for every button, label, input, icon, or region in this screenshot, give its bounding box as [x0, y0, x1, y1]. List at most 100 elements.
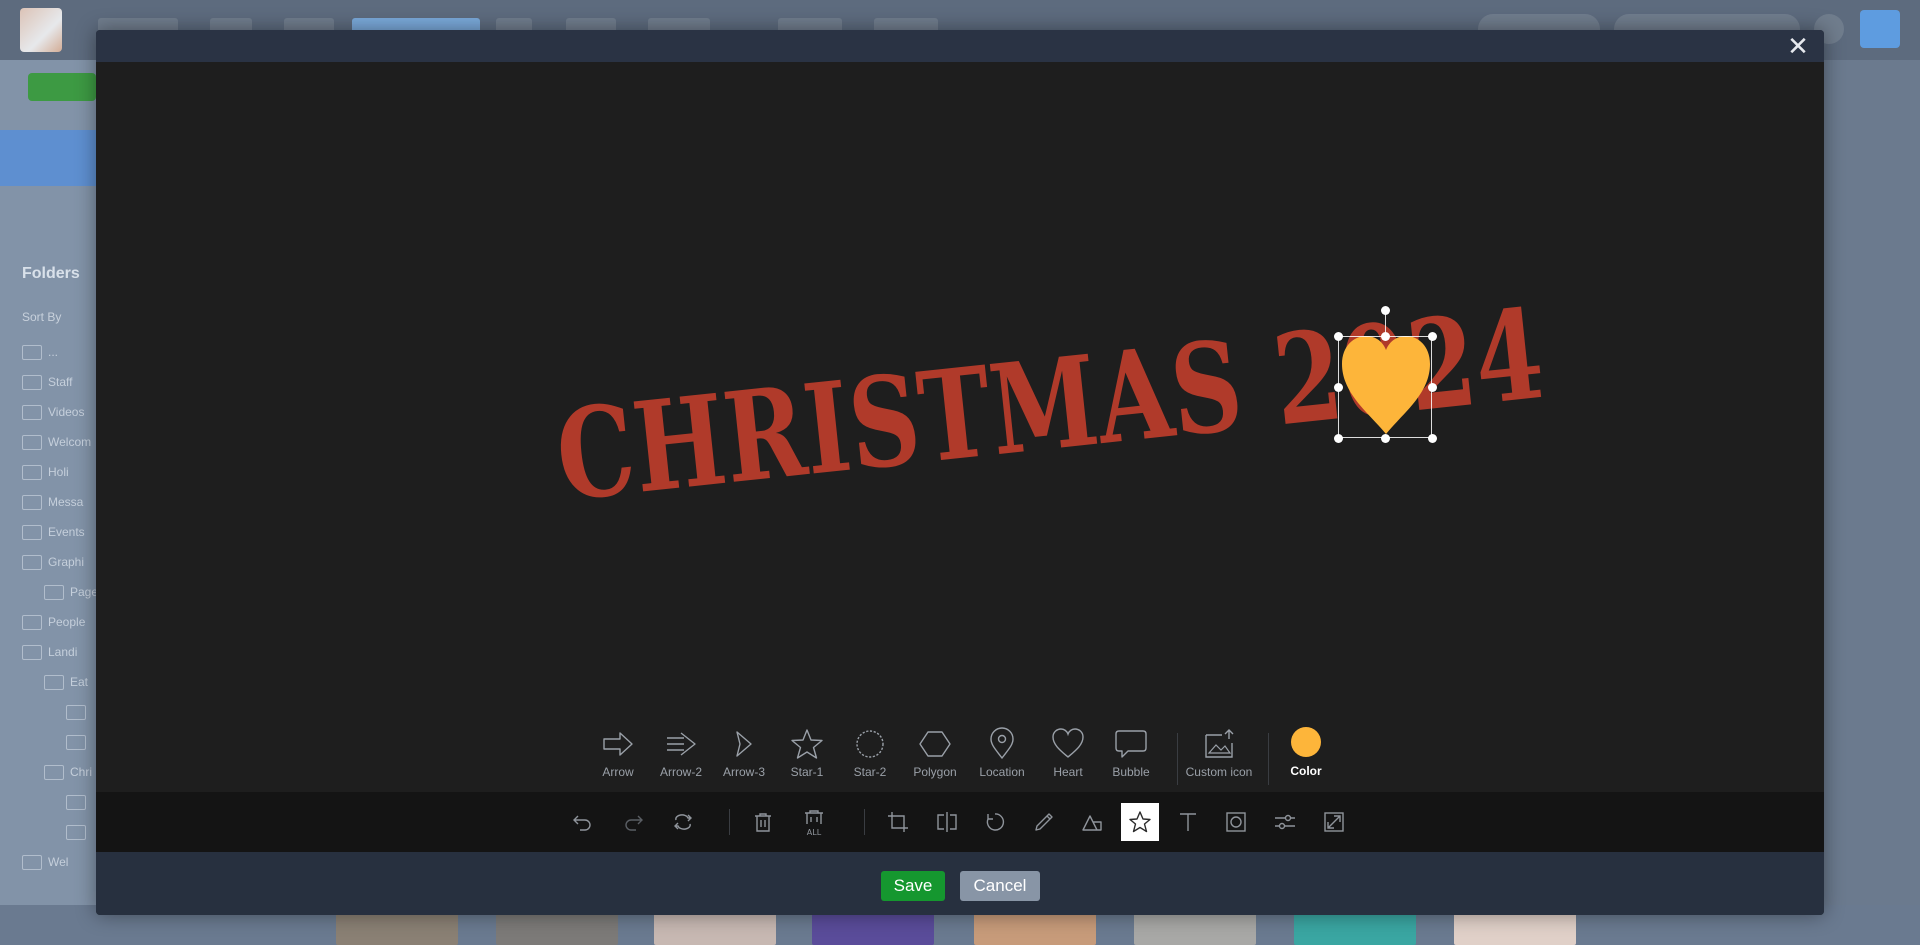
- resize-handle-top-right[interactable]: [1428, 332, 1437, 341]
- filter-button[interactable]: [1266, 803, 1304, 841]
- arrow-3-icon: [736, 731, 752, 757]
- close-button[interactable]: ✕: [1784, 32, 1812, 60]
- shape-polygon[interactable]: Polygon: [903, 727, 967, 797]
- custom-icon-label: Custom icon: [1185, 765, 1253, 779]
- folder-icon: [22, 494, 42, 510]
- bg-folder-label: Welcom: [48, 435, 92, 449]
- bg-folder-item: Welcom: [22, 434, 92, 450]
- color-swatch: [1291, 727, 1321, 757]
- shape-label: Star-1: [790, 765, 824, 779]
- folder-icon: [22, 614, 42, 630]
- star-2-icon: [856, 730, 884, 758]
- resize-handle-top[interactable]: [1381, 332, 1390, 341]
- folder-icon: [66, 734, 86, 750]
- bg-folder-label: Staff: [48, 375, 73, 389]
- shape-button[interactable]: [1073, 803, 1111, 841]
- bg-folder-label: Holi: [48, 465, 69, 479]
- app-logo: [20, 8, 62, 52]
- resize-handle-bottom-right[interactable]: [1428, 434, 1437, 443]
- shape-arrow-3[interactable]: Arrow-3: [712, 727, 776, 797]
- bg-thumbnail: [654, 912, 776, 945]
- resize-handle-bottom-left[interactable]: [1334, 434, 1343, 443]
- delete-button[interactable]: [744, 803, 782, 841]
- shape-arrow-2[interactable]: Arrow-2: [649, 727, 713, 797]
- resize-handle-right[interactable]: [1428, 383, 1437, 392]
- shape-bubble[interactable]: Bubble: [1099, 727, 1163, 797]
- bg-folder-label: Videos: [48, 405, 85, 419]
- flip-icon: [937, 812, 957, 832]
- polygon-icon: [919, 731, 951, 757]
- bg-folder-item: Staff: [22, 374, 73, 390]
- shape-label: Arrow-3: [722, 765, 765, 779]
- bg-folder-label: Messa: [48, 495, 84, 509]
- bg-folder-label: Wel: [48, 855, 69, 869]
- color-label: Color: [1290, 764, 1322, 778]
- bg-folder-item: Eat: [44, 674, 89, 690]
- bg-folder-item: ...: [22, 344, 59, 360]
- delete-all-label: ALL: [806, 828, 822, 837]
- bg-folders-title: Folders: [22, 265, 80, 282]
- shape-heart[interactable]: Heart: [1036, 727, 1100, 797]
- bg-folder-label: Landi: [48, 645, 78, 659]
- shape-arrow[interactable]: Arrow: [586, 727, 650, 797]
- toolbar-divider: [864, 809, 865, 835]
- folder-icon: [66, 704, 86, 720]
- cancel-button[interactable]: Cancel: [960, 871, 1040, 901]
- trash-icon: [755, 813, 771, 832]
- save-button[interactable]: Save: [881, 871, 945, 901]
- custom-icon-upload-icon: [1205, 729, 1234, 758]
- crop-button[interactable]: [879, 803, 917, 841]
- bg-folder-item: [66, 734, 92, 750]
- shape-icon: [1082, 815, 1102, 831]
- color-picker[interactable]: Color: [1274, 727, 1338, 797]
- resize-handle-bottom[interactable]: [1381, 434, 1390, 443]
- shape-star-1[interactable]: Star-1: [775, 727, 839, 797]
- reset-button[interactable]: [664, 803, 702, 841]
- shape-label: Bubble: [1112, 765, 1150, 779]
- bg-thumbnail: [812, 912, 934, 945]
- bg-folder-item: [66, 794, 92, 810]
- folder-icon: [44, 674, 64, 690]
- bg-green-button: [28, 73, 96, 101]
- bg-thumbnail: [336, 912, 458, 945]
- custom-icon-button[interactable]: Custom icon: [1183, 727, 1255, 797]
- shape-divider: [1268, 733, 1269, 785]
- icon-shape-list: Arrow Arrow-2 Arrow-3 Star-1 Star-2 Poly…: [96, 727, 1824, 797]
- folder-icon: [66, 794, 86, 810]
- icon-button[interactable]: [1121, 803, 1159, 841]
- pencil-icon: [1035, 813, 1053, 831]
- modal-header: ✕: [96, 30, 1824, 62]
- bg-folder-label: Eat: [70, 675, 89, 689]
- bg-folder-item: Events: [22, 524, 85, 540]
- bg-folder-item: [66, 704, 92, 720]
- rotation-handle[interactable]: [1381, 306, 1390, 315]
- flip-button[interactable]: [928, 803, 966, 841]
- resize-handle-left[interactable]: [1334, 383, 1343, 392]
- text-button[interactable]: [1169, 803, 1207, 841]
- location-icon: [990, 727, 1014, 760]
- shape-location[interactable]: Location: [970, 727, 1034, 797]
- shape-label: Heart: [1053, 765, 1083, 779]
- delete-all-button[interactable]: ALL: [795, 803, 833, 841]
- folder-icon: [22, 554, 42, 570]
- rotate-button[interactable]: [976, 803, 1014, 841]
- reset-icon: [674, 814, 692, 830]
- draw-button[interactable]: [1025, 803, 1063, 841]
- folder-icon: [22, 524, 42, 540]
- star-icon: [1129, 811, 1151, 833]
- shape-star-2[interactable]: Star-2: [838, 727, 902, 797]
- bg-folder-label: Events: [48, 525, 85, 539]
- resize-handle-top-left[interactable]: [1334, 332, 1343, 341]
- star-1-icon: [791, 729, 823, 759]
- undo-button[interactable]: [564, 803, 602, 841]
- shape-label: Location: [979, 765, 1025, 779]
- resize-button[interactable]: [1315, 803, 1353, 841]
- mask-button[interactable]: [1217, 803, 1255, 841]
- heart-icon: [1052, 728, 1084, 758]
- shape-label: Star-2: [853, 765, 887, 779]
- bg-thumbnail: [1134, 912, 1256, 945]
- bg-folder-label: ...: [48, 345, 59, 359]
- bg-settings-button: [1860, 10, 1900, 48]
- selection-box: [1338, 336, 1432, 438]
- redo-button[interactable]: [614, 803, 652, 841]
